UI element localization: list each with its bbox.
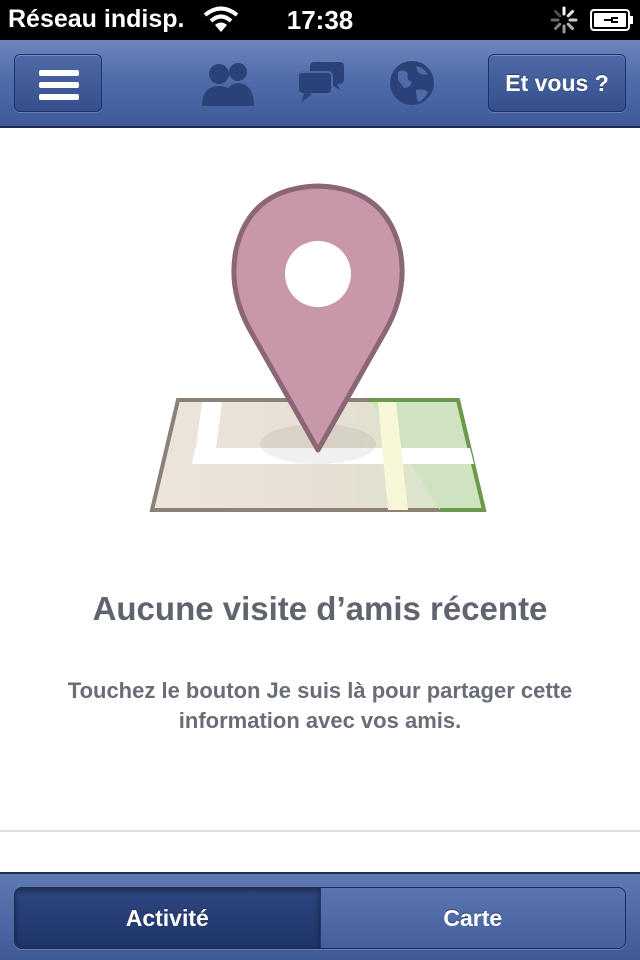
view-segmented-control: Activité Carte — [14, 887, 626, 949]
content-divider — [0, 830, 640, 832]
status-bar: Réseau indisp. 17:38 — [0, 0, 640, 40]
hamburger-icon-line — [39, 94, 79, 100]
battery-charging-icon — [590, 9, 633, 31]
tab-carte[interactable]: Carte — [319, 888, 625, 948]
empty-state-description: Touchez le bouton Je suis là pour partag… — [30, 676, 610, 736]
activity-spinner-icon — [550, 6, 578, 34]
clock-label: 17:38 — [286, 5, 354, 35]
hamburger-icon-line — [39, 82, 79, 88]
messages-icon[interactable] — [296, 58, 346, 108]
menu-button[interactable] — [14, 54, 102, 112]
tab-activite[interactable]: Activité — [15, 888, 320, 948]
notifications-globe-icon[interactable] — [388, 58, 436, 108]
empty-state-description-line1: Touchez le bouton Je suis là pour partag… — [67, 678, 573, 703]
et-vous-button[interactable]: Et vous ? — [488, 54, 626, 112]
hamburger-icon — [39, 70, 79, 76]
map-pin-icon — [149, 183, 487, 512]
friend-requests-icon[interactable] — [200, 58, 256, 108]
empty-state-title: Aucune visite d’amis récente — [92, 590, 548, 627]
empty-state-description-line2: information avec vos amis. — [178, 708, 462, 733]
nav-bar: Et vous ? — [0, 40, 640, 128]
bottom-toolbar: Activité Carte — [0, 872, 640, 960]
